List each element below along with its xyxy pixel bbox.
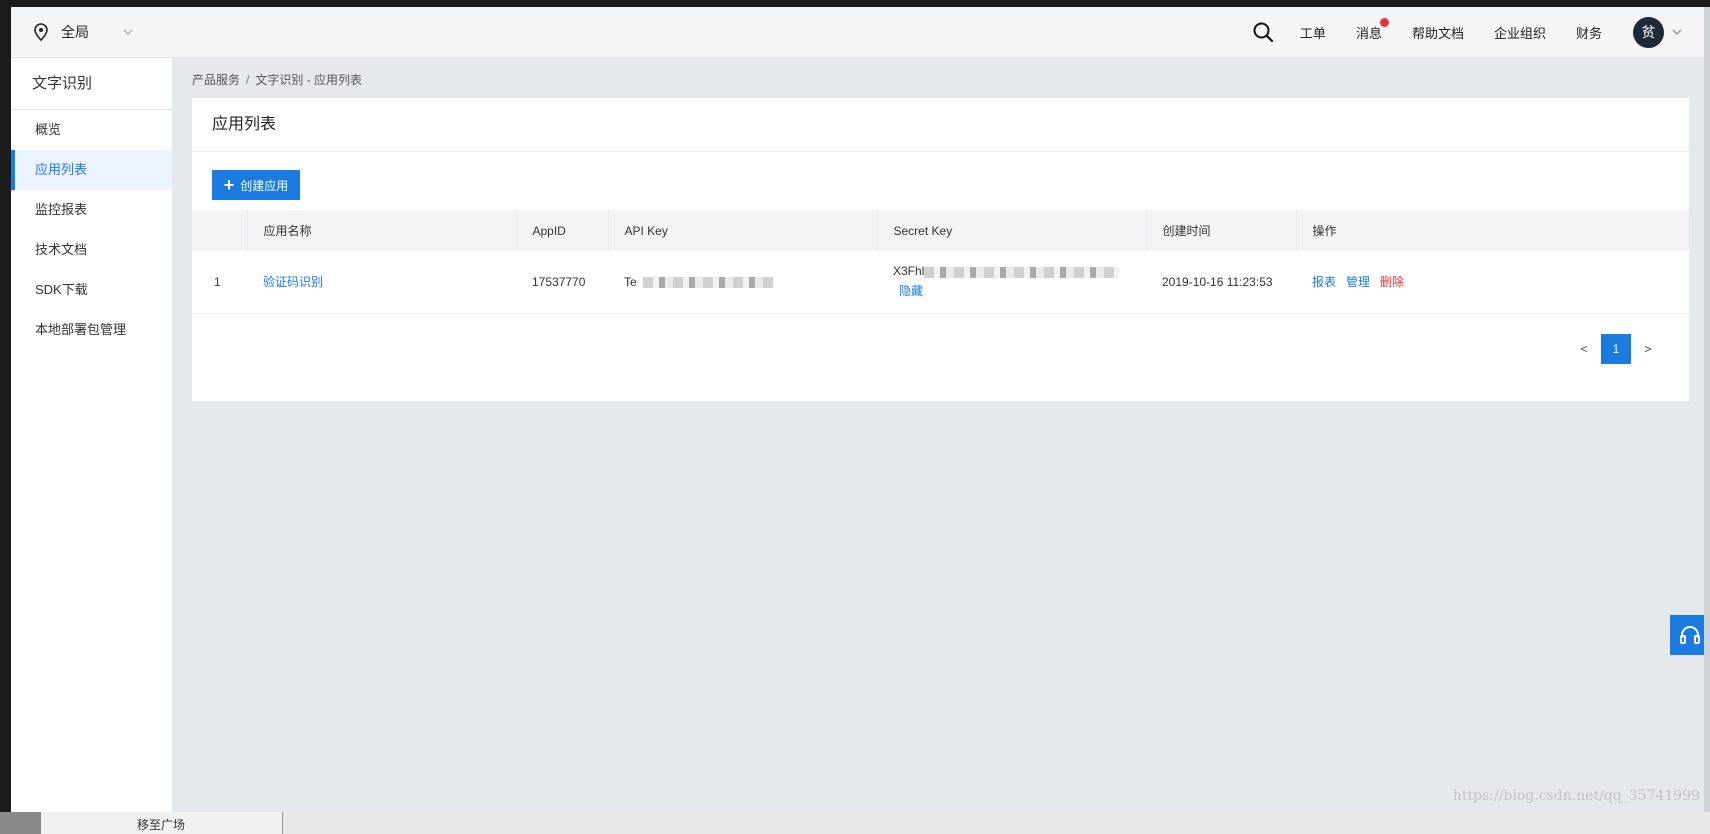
page-title: 应用列表 bbox=[192, 98, 1689, 152]
col-created-time: 创建时间 bbox=[1145, 210, 1296, 251]
report-link[interactable]: 报表 bbox=[1312, 275, 1336, 289]
table-header-row: 应用名称 AppID API Key Secret Key 创建时间 操作 bbox=[192, 210, 1689, 251]
nav-help-link[interactable]: 帮助文档 bbox=[1412, 23, 1464, 42]
manage-link[interactable]: 管理 bbox=[1346, 275, 1370, 289]
taskbar-tab[interactable]: 移至广场 bbox=[41, 812, 283, 834]
col-operations: 操作 bbox=[1295, 210, 1689, 251]
unread-dot bbox=[1379, 17, 1389, 27]
region-label: 全局 bbox=[61, 24, 89, 40]
nav-org-link[interactable]: 企业组织 bbox=[1494, 23, 1546, 42]
col-api-key: API Key bbox=[607, 210, 877, 251]
watermark: https://blog.csdn.net/qq_35741999 bbox=[1452, 788, 1700, 804]
window-edge bbox=[1704, 7, 1710, 812]
plus-icon: + bbox=[223, 175, 235, 195]
sidebar-item-monitor-report[interactable]: 监控报表 bbox=[11, 190, 172, 230]
nav-messages-label: 消息 bbox=[1355, 25, 1382, 41]
top-navigation: 全局 工单 消息 帮助文档 企业组织 财务 贫 bbox=[11, 7, 1710, 58]
app-name-link[interactable]: 验证码识别 bbox=[263, 275, 323, 289]
col-appid: AppID bbox=[515, 210, 608, 251]
secret-key-prefix: X3Fhl bbox=[893, 264, 925, 279]
user-avatar[interactable]: 贫 bbox=[1633, 16, 1664, 48]
hide-secret-link[interactable]: 隐藏 bbox=[899, 282, 1146, 299]
nav-finance-link[interactable]: 财务 bbox=[1576, 23, 1602, 42]
col-secret-key: Secret Key bbox=[876, 210, 1146, 251]
row-app-name-cell: 验证码识别 bbox=[247, 251, 516, 313]
api-key-prefix: Te bbox=[624, 274, 637, 289]
region-selector[interactable]: 全局 bbox=[11, 7, 201, 57]
col-app-name: 应用名称 bbox=[246, 210, 516, 251]
nav-ticket-link[interactable]: 工单 bbox=[1300, 23, 1326, 42]
sidebar-item-overview[interactable]: 概览 bbox=[11, 110, 172, 150]
row-index: 1 bbox=[214, 274, 221, 289]
create-app-button[interactable]: + 创建应用 bbox=[212, 170, 300, 200]
table-row: 1 验证码识别 17537770 Te X3Fhl 隐藏 2019-10-16 … bbox=[192, 251, 1689, 313]
row-operations: 报表 管理 删除 bbox=[1296, 251, 1689, 313]
breadcrumb-current: 文字识别 - 应用列表 bbox=[255, 73, 363, 87]
sidebar-item-app-list[interactable]: 应用列表 bbox=[11, 150, 172, 190]
console-window: 全局 工单 消息 帮助文档 企业组织 财务 贫 文字识别 概览 应用列表 监控报… bbox=[11, 7, 1710, 812]
nav-messages-link[interactable]: 消息 bbox=[1355, 17, 1389, 42]
sidebar-item-tech-docs[interactable]: 技术文档 bbox=[11, 230, 172, 270]
row-secret-key-cell: X3Fhl 隐藏 bbox=[877, 251, 1146, 313]
row-created-time: 2019-10-16 11:23:53 bbox=[1162, 274, 1273, 289]
breadcrumb-separator: / bbox=[246, 73, 250, 87]
chevron-down-icon bbox=[123, 29, 133, 35]
sidebar-item-sdk-download[interactable]: SDK下载 bbox=[11, 270, 172, 310]
row-api-key-cell: Te bbox=[608, 251, 877, 313]
page-1-button[interactable]: 1 bbox=[1601, 334, 1631, 364]
app-list-card: 应用列表 + 创建应用 应用名称 AppID API Key Secret Key… bbox=[192, 98, 1689, 401]
app-table: 应用名称 AppID API Key Secret Key 创建时间 操作 1 … bbox=[192, 210, 1689, 314]
sidebar-title: 文字识别 bbox=[11, 58, 172, 110]
api-key-redacted bbox=[642, 277, 773, 289]
pagination: < 1 > bbox=[1571, 334, 1661, 364]
headset-icon bbox=[1680, 626, 1700, 644]
next-page-button[interactable]: > bbox=[1635, 342, 1661, 356]
prev-page-button[interactable]: < bbox=[1571, 342, 1597, 356]
search-icon[interactable] bbox=[1252, 21, 1274, 43]
delete-link[interactable]: 删除 bbox=[1380, 275, 1404, 289]
sidebar-item-local-deploy[interactable]: 本地部署包管理 bbox=[11, 310, 172, 350]
create-app-label: 创建应用 bbox=[240, 178, 289, 193]
breadcrumb-root[interactable]: 产品服务 bbox=[192, 73, 240, 87]
location-pin-icon bbox=[34, 23, 48, 41]
sidebar: 文字识别 概览 应用列表 监控报表 技术文档 SDK下载 本地部署包管理 bbox=[11, 58, 173, 812]
chevron-down-icon[interactable] bbox=[1672, 29, 1682, 35]
taskbar: 移至广场 bbox=[0, 812, 1710, 834]
secret-key-redacted bbox=[924, 266, 1120, 278]
breadcrumb: 产品服务 / 文字识别 - 应用列表 bbox=[192, 71, 362, 88]
row-appid: 17537770 bbox=[532, 274, 586, 289]
col-index bbox=[192, 210, 247, 251]
taskbar-dark-block bbox=[0, 812, 41, 834]
